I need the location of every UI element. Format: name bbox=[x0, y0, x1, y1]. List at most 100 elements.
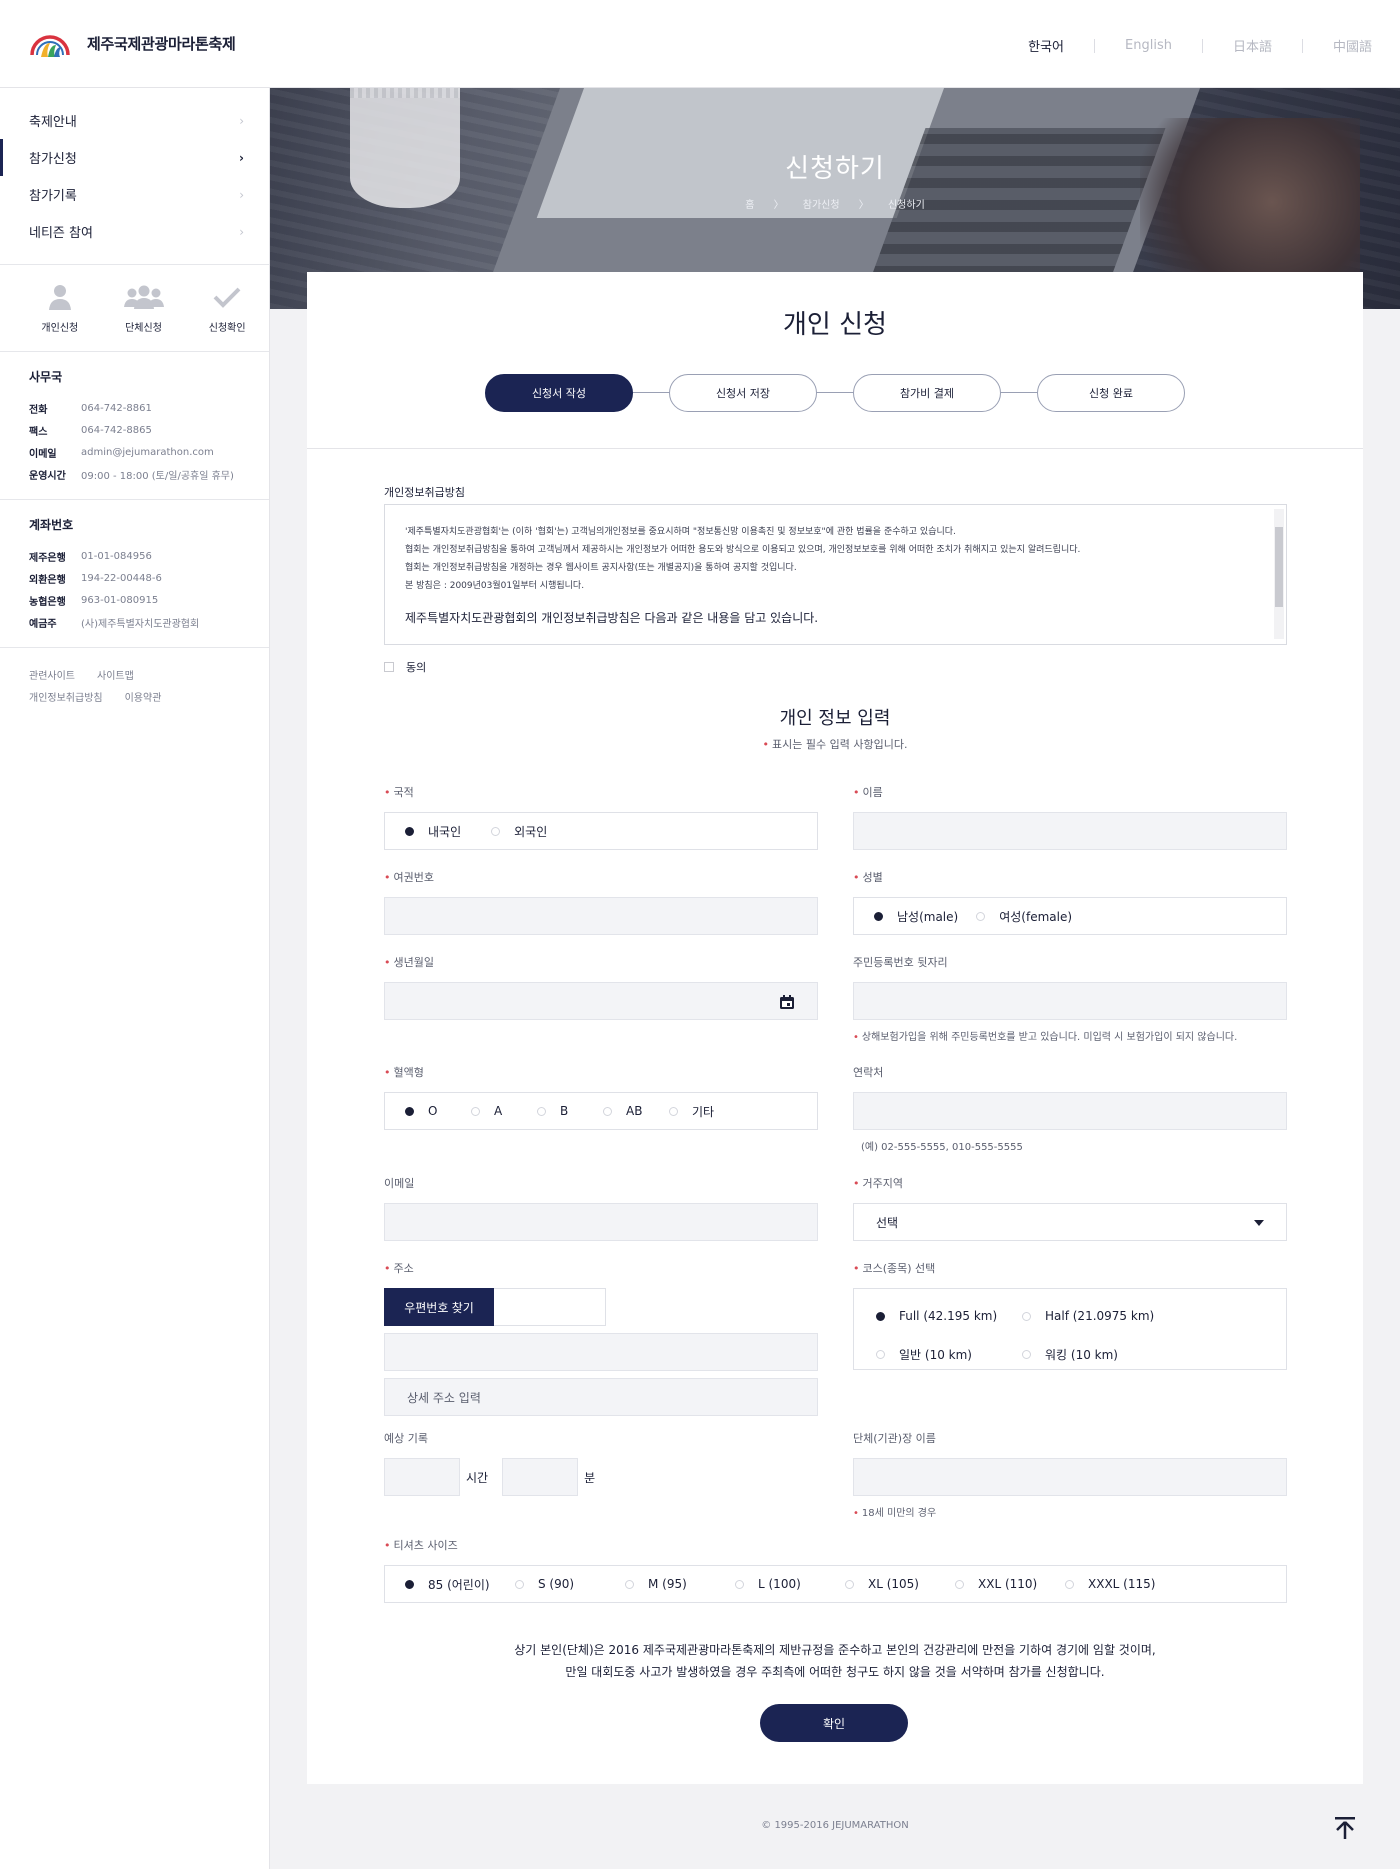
radio-label: A bbox=[494, 1104, 503, 1118]
agree-label: 동의 bbox=[406, 661, 427, 674]
radio-size-m[interactable]: M (95) bbox=[625, 1577, 735, 1591]
festival-logo[interactable] bbox=[28, 25, 72, 65]
name-input[interactable] bbox=[853, 812, 1287, 850]
email-input[interactable] bbox=[384, 1203, 818, 1241]
field-birth: • 생년월일 bbox=[384, 954, 818, 1020]
radio-blood-o[interactable]: O bbox=[405, 1104, 471, 1118]
quick-link-individual[interactable]: 개인신청 bbox=[18, 283, 102, 335]
step-save: 신청서 저장 bbox=[669, 374, 817, 412]
sidebar-item-netizen[interactable]: 네티즌 참여 › bbox=[0, 213, 269, 250]
field-label: 단체(기관)장 이름 bbox=[853, 1432, 936, 1445]
required-note: • 표시는 필수 입력 사항입니다. bbox=[307, 736, 1363, 752]
select-value: 선택 bbox=[876, 1215, 899, 1230]
radio-course-walking[interactable]: 워킹 (10 km) bbox=[1022, 1340, 1202, 1370]
required-mark: • bbox=[762, 738, 770, 751]
radio-domestic[interactable]: 내국인 bbox=[405, 823, 461, 840]
confirm-button[interactable]: 확인 bbox=[760, 1704, 908, 1742]
link-related-sites[interactable]: 관련사이트 bbox=[29, 666, 75, 688]
breadcrumb-registration[interactable]: 참가신청 bbox=[803, 200, 840, 211]
resident-number-input[interactable] bbox=[853, 982, 1287, 1020]
field-email: 이메일 bbox=[384, 1175, 818, 1241]
info-key: 이메일 bbox=[29, 448, 57, 460]
sidebar-item-registration[interactable]: 참가신청 › bbox=[0, 139, 269, 176]
radio-label: Half (21.0975 km) bbox=[1045, 1309, 1155, 1324]
radio-female[interactable]: 여성(female) bbox=[976, 908, 1072, 925]
address-input[interactable] bbox=[384, 1333, 818, 1371]
sidebar-item-festival-info[interactable]: 축제안내 › bbox=[0, 102, 269, 139]
account-info: 계좌번호 제주은행 01-01-084956 외환은행 194-22-00448-6… bbox=[0, 500, 269, 647]
radio-blood-ab[interactable]: AB bbox=[603, 1104, 669, 1118]
link-sitemap[interactable]: 사이트맵 bbox=[97, 666, 134, 688]
policy-textbox[interactable]: '제주특별자치도관광협회'는 (이하 '협회'는) 고객님의개인정보를 중요시하… bbox=[384, 504, 1287, 645]
guardian-name-input[interactable] bbox=[853, 1458, 1287, 1496]
info-value: 064-742-8865 bbox=[81, 424, 152, 436]
policy-scrollbar[interactable] bbox=[1274, 509, 1284, 639]
lang-english[interactable]: English bbox=[1125, 38, 1172, 53]
zipcode-search-button[interactable]: 우편번호 찾기 bbox=[384, 1288, 494, 1326]
phone-input[interactable] bbox=[853, 1092, 1287, 1130]
radio-label: 내국인 bbox=[428, 824, 462, 839]
pledge-text: 상기 본인(단체)은 2016 제주국제관광마라톤축제의 제반규정을 준수하고 … bbox=[307, 1639, 1363, 1683]
info-value: 963-01-080915 bbox=[81, 594, 159, 606]
quick-link-confirm[interactable]: 신청확인 bbox=[185, 283, 269, 335]
chevron-right-icon: › bbox=[239, 225, 244, 239]
scroll-to-top-icon[interactable] bbox=[1334, 1816, 1356, 1840]
office-info: 사무국 전화 064-742-8861 팩스 064-742-8865 이메일 adm… bbox=[0, 352, 269, 499]
scrollbar-thumb[interactable] bbox=[1275, 527, 1283, 607]
radio-male[interactable]: 남성(male) bbox=[874, 908, 958, 925]
info-key: 예금주 bbox=[29, 618, 57, 630]
radio-size-xxl[interactable]: XXL (110) bbox=[955, 1577, 1065, 1591]
policy-emphasis: 제주특별자치도관광협회의 개인정보취급방침은 다음과 같은 내용을 담고 있습니… bbox=[405, 611, 819, 625]
link-privacy-policy[interactable]: 개인정보취급방침 bbox=[29, 688, 103, 710]
radio-size-s[interactable]: S (90) bbox=[515, 1577, 625, 1591]
field-label: 예상 기록 bbox=[384, 1432, 428, 1445]
zipcode-input[interactable] bbox=[494, 1288, 606, 1326]
radio-blood-b[interactable]: B bbox=[537, 1104, 603, 1118]
link-terms[interactable]: 이용약관 bbox=[125, 688, 162, 710]
radio-course-10k[interactable]: 일반 (10 km) bbox=[876, 1340, 1022, 1370]
field-resident-number: 주민등록번호 뒷자리 • 상해보험가입을 위해 주민등록번호를 받고 있습니다. … bbox=[853, 954, 1287, 1043]
breadcrumb-separator: 〉 bbox=[858, 200, 869, 211]
radio-course-half[interactable]: Half (21.0975 km) bbox=[1022, 1303, 1202, 1330]
site-title[interactable]: 제주국제관광마라톤축제 bbox=[87, 33, 236, 54]
calendar-icon[interactable] bbox=[779, 994, 795, 1010]
lang-japanese[interactable]: 日本語 bbox=[1233, 36, 1272, 55]
field-label: 주소 bbox=[393, 1262, 414, 1275]
quick-link-group[interactable]: 단체신청 bbox=[102, 283, 186, 335]
sidebar-item-records[interactable]: 참가기록 › bbox=[0, 176, 269, 213]
lang-korean[interactable]: 한국어 bbox=[1028, 36, 1064, 55]
step-complete: 신청 완료 bbox=[1037, 374, 1185, 412]
sidebar: 축제안내 › 참가신청 › 참가기록 › 네티즌 참여 › 개인신청 단체신청 … bbox=[0, 88, 270, 1869]
radio-course-full[interactable]: Full (42.195 km) bbox=[876, 1303, 1022, 1330]
progress-steps: 신청서 작성 신청서 저장 참가비 결제 신청 완료 bbox=[485, 374, 1185, 412]
radio-size-l[interactable]: L (100) bbox=[735, 1577, 845, 1591]
check-icon bbox=[213, 287, 241, 308]
minutes-input[interactable] bbox=[502, 1458, 579, 1496]
lang-chinese[interactable]: 中國語 bbox=[1333, 36, 1372, 55]
radio-size-xxxl[interactable]: XXXL (115) bbox=[1065, 1577, 1175, 1591]
field-hint: (예) 02-555-5555, 010-555-5555 bbox=[861, 1142, 1023, 1153]
radio-blood-other[interactable]: 기타 bbox=[669, 1103, 735, 1120]
field-blood-type: • 혈액형 O A B AB 기타 bbox=[384, 1064, 818, 1130]
address-detail-input[interactable]: 상세 주소 입력 bbox=[384, 1378, 818, 1416]
birth-date-input[interactable] bbox=[384, 982, 818, 1020]
breadcrumb-home[interactable]: 홈 bbox=[745, 200, 754, 211]
agree-checkbox[interactable]: 동의 bbox=[384, 659, 426, 675]
radio-size-85[interactable]: 85 (어린이) bbox=[405, 1576, 515, 1593]
top-header: 제주국제관광마라톤축제 한국어 English 日本語 中國語 bbox=[0, 0, 1400, 88]
passport-input[interactable] bbox=[384, 897, 818, 935]
radio-foreign[interactable]: 외국인 bbox=[491, 823, 547, 840]
application-form-card: 개인 신청 신청서 작성 신청서 저장 참가비 결제 신청 완료 개인정보취급방… bbox=[307, 272, 1363, 1784]
radio-label: 기타 bbox=[692, 1104, 715, 1119]
radio-size-xl[interactable]: XL (105) bbox=[845, 1577, 955, 1591]
checkbox-box[interactable] bbox=[384, 662, 394, 672]
quick-link-label: 단체신청 bbox=[125, 323, 162, 334]
hours-input[interactable] bbox=[384, 1458, 460, 1496]
radio-label: 워킹 (10 km) bbox=[1045, 1347, 1118, 1362]
info-value: (사)제주특별자치도관광협회 bbox=[81, 618, 200, 630]
radio-label: B bbox=[560, 1104, 569, 1118]
radio-blood-a[interactable]: A bbox=[471, 1104, 537, 1118]
region-select[interactable]: 선택 bbox=[853, 1203, 1287, 1241]
chevron-right-icon: › bbox=[239, 151, 244, 165]
policy-line: 협회는 개인정보취급방침을 개정하는 경우 웹사이트 공지사항(또는 개별공지)… bbox=[405, 563, 797, 573]
